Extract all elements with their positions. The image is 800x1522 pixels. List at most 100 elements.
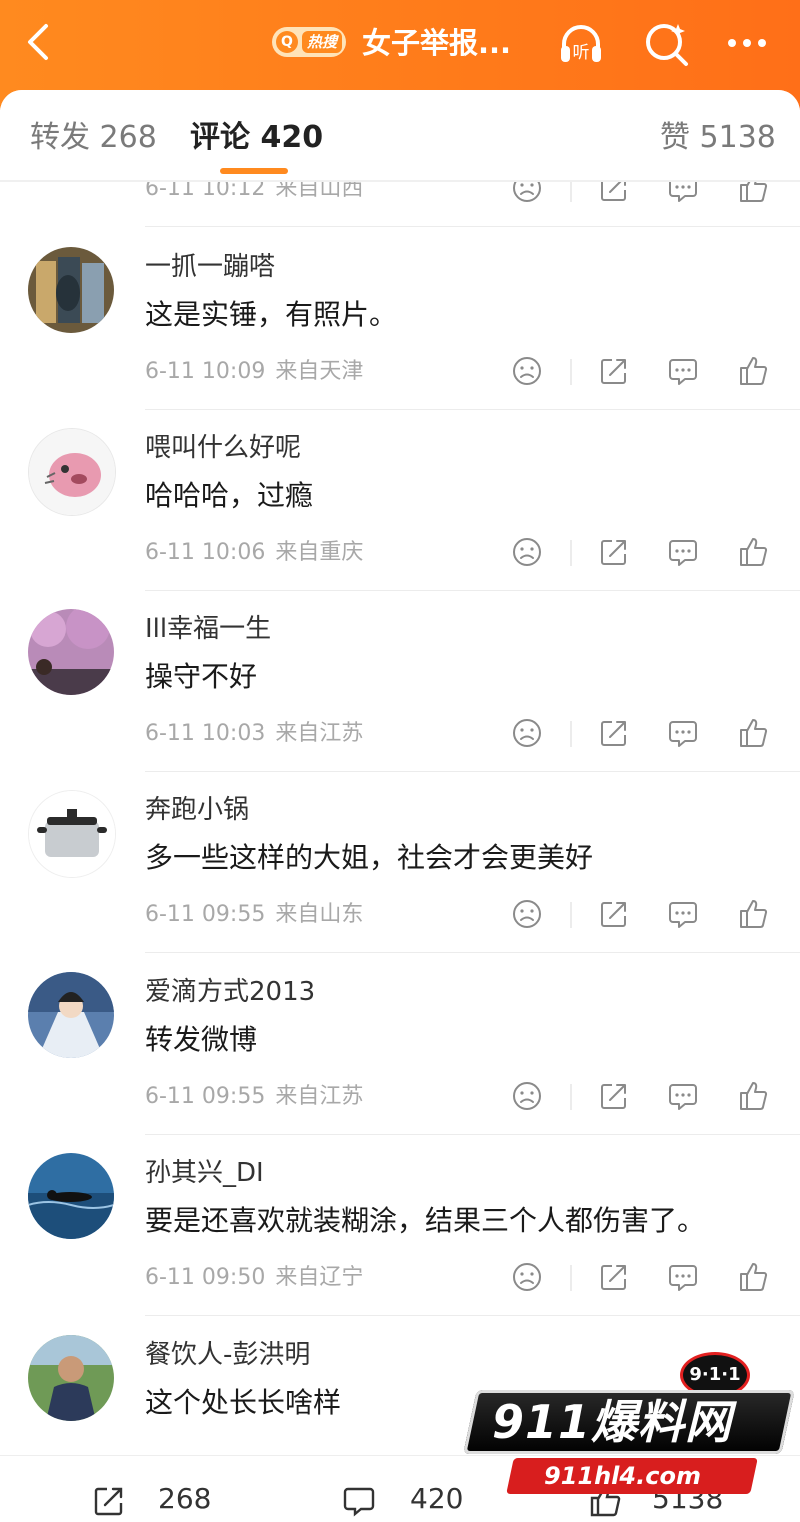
avatar[interactable]	[28, 428, 116, 516]
avatar[interactable]	[28, 972, 114, 1058]
user-avatar-image	[28, 1153, 114, 1239]
share-button[interactable]	[598, 898, 630, 930]
share-icon	[601, 540, 626, 565]
bottom-comment-button[interactable]	[342, 1484, 376, 1518]
comment-icon	[669, 359, 697, 385]
tab-repost[interactable]: 转发 268	[30, 118, 157, 158]
thumbs-up-icon	[740, 538, 768, 566]
comment-location: 来自辽宁	[275, 1265, 364, 1290]
share-icon	[601, 902, 626, 927]
comment-icon	[669, 721, 697, 747]
action-separator	[570, 902, 572, 928]
comment-text: 操守不好	[145, 660, 258, 693]
like-button[interactable]	[737, 1261, 769, 1293]
user-avatar-image	[29, 429, 115, 515]
comment-text: 这是实锤，有照片。	[145, 298, 398, 331]
comment-username[interactable]: 一抓一蹦嗒	[145, 249, 275, 285]
comment-time: 6-11 10:03	[145, 721, 266, 746]
dislike-button[interactable]	[511, 1080, 543, 1112]
share-icon	[601, 1084, 626, 1109]
active-tab-indicator	[220, 168, 288, 174]
comment-username[interactable]: 爱滴方式2013	[145, 974, 315, 1010]
tab-comments[interactable]: 评论 420	[190, 118, 323, 158]
like-button[interactable]	[737, 717, 769, 749]
comment-username[interactable]: 孙其兴_DI	[145, 1155, 264, 1191]
action-separator	[570, 1265, 572, 1291]
watermark-url: 911hl4.com	[544, 1462, 701, 1490]
comment-icon	[669, 1265, 697, 1291]
action-separator	[570, 721, 572, 747]
comment-username[interactable]: 奔跑小锅	[145, 792, 249, 828]
list-item: 爱滴方式2013 转发微博 6-11 09:55 来自江苏	[0, 954, 800, 1135]
list-item: 孙其兴_DI 要是还喜欢就装糊涂，结果三个人都伤害了。 6-11 09:50 来自…	[0, 1135, 800, 1316]
share-button[interactable]	[598, 1261, 630, 1293]
like-button[interactable]	[737, 355, 769, 387]
avatar[interactable]	[28, 1153, 114, 1239]
watermark-title: 911爆料网	[492, 1395, 733, 1449]
bottom-repost-button[interactable]	[92, 1484, 126, 1518]
share-button[interactable]	[598, 1080, 630, 1112]
sad-face-icon	[513, 538, 541, 566]
comment-time: 6-11 09:50	[145, 1265, 266, 1290]
comment-list: 6-11 10:12 来自山西 一抓一蹦嗒 这是实锤，有照片。 6-11 10:0…	[0, 0, 800, 1508]
thumbs-up-icon	[740, 1082, 768, 1110]
watermark-logo: 9·1·1 911爆料网 911hl4.com	[463, 1350, 800, 1500]
dislike-button[interactable]	[511, 536, 543, 568]
tab-divider	[0, 180, 800, 182]
comment-username[interactable]: Ill幸福一生	[145, 611, 271, 647]
comment-icon	[343, 1487, 375, 1517]
avatar[interactable]	[28, 247, 114, 333]
list-item: 一抓一蹦嗒 这是实锤，有照片。 6-11 10:09 来自天津	[0, 229, 800, 410]
comment-time: 6-11 09:55	[145, 902, 266, 927]
tab-likes[interactable]: 赞 5138	[660, 118, 776, 158]
divider	[145, 226, 800, 227]
reply-button[interactable]	[667, 536, 699, 568]
avatar[interactable]	[28, 609, 114, 695]
share-button[interactable]	[598, 355, 630, 387]
comment-username[interactable]: 餐饮人-彭洪明	[145, 1337, 310, 1373]
like-button[interactable]	[737, 1080, 769, 1112]
action-separator	[570, 1084, 572, 1110]
dislike-button[interactable]	[511, 898, 543, 930]
dislike-button[interactable]	[511, 717, 543, 749]
like-button[interactable]	[737, 536, 769, 568]
bottom-comment-count: 420	[410, 1482, 464, 1515]
comment-icon	[669, 540, 697, 566]
thumbs-up-icon	[740, 1263, 768, 1291]
reply-button[interactable]	[667, 1261, 699, 1293]
sad-face-icon	[513, 900, 541, 928]
sad-face-icon	[513, 357, 541, 385]
comment-meta: 6-11 09:55 来自山东	[145, 900, 363, 930]
bottom-repost-count: 268	[158, 1482, 212, 1515]
reply-button[interactable]	[667, 355, 699, 387]
comment-location: 来自江苏	[275, 1084, 364, 1109]
reply-button[interactable]	[667, 1080, 699, 1112]
like-button[interactable]	[737, 898, 769, 930]
sad-face-icon	[513, 719, 541, 747]
sad-face-icon	[513, 1263, 541, 1291]
reply-button[interactable]	[667, 717, 699, 749]
comment-time: 6-11 10:09	[145, 359, 266, 384]
comment-location: 来自江苏	[275, 721, 364, 746]
comment-text: 多一些这样的大姐，社会才会更美好	[145, 841, 594, 874]
share-icon	[601, 1265, 626, 1290]
action-separator	[570, 540, 572, 566]
avatar[interactable]	[28, 790, 116, 878]
comment-username[interactable]: 喂叫什么好呢	[145, 430, 301, 466]
user-avatar-image	[28, 609, 114, 695]
dislike-button[interactable]	[511, 1261, 543, 1293]
share-icon	[601, 721, 626, 746]
list-item: Ill幸福一生 操守不好 6-11 10:03 来自江苏	[0, 591, 800, 772]
list-item: 奔跑小锅 多一些这样的大姐，社会才会更美好 6-11 09:55 来自山东	[0, 772, 800, 953]
comment-location: 来自天津	[275, 359, 364, 384]
share-button[interactable]	[598, 536, 630, 568]
share-button[interactable]	[598, 717, 630, 749]
thumbs-up-icon	[740, 357, 768, 385]
comment-icon	[669, 1084, 697, 1110]
reply-button[interactable]	[667, 898, 699, 930]
thumbs-up-icon	[740, 719, 768, 747]
avatar[interactable]	[28, 1335, 114, 1421]
dislike-button[interactable]	[511, 355, 543, 387]
action-separator	[570, 359, 572, 385]
comment-location: 来自山东	[275, 902, 364, 927]
